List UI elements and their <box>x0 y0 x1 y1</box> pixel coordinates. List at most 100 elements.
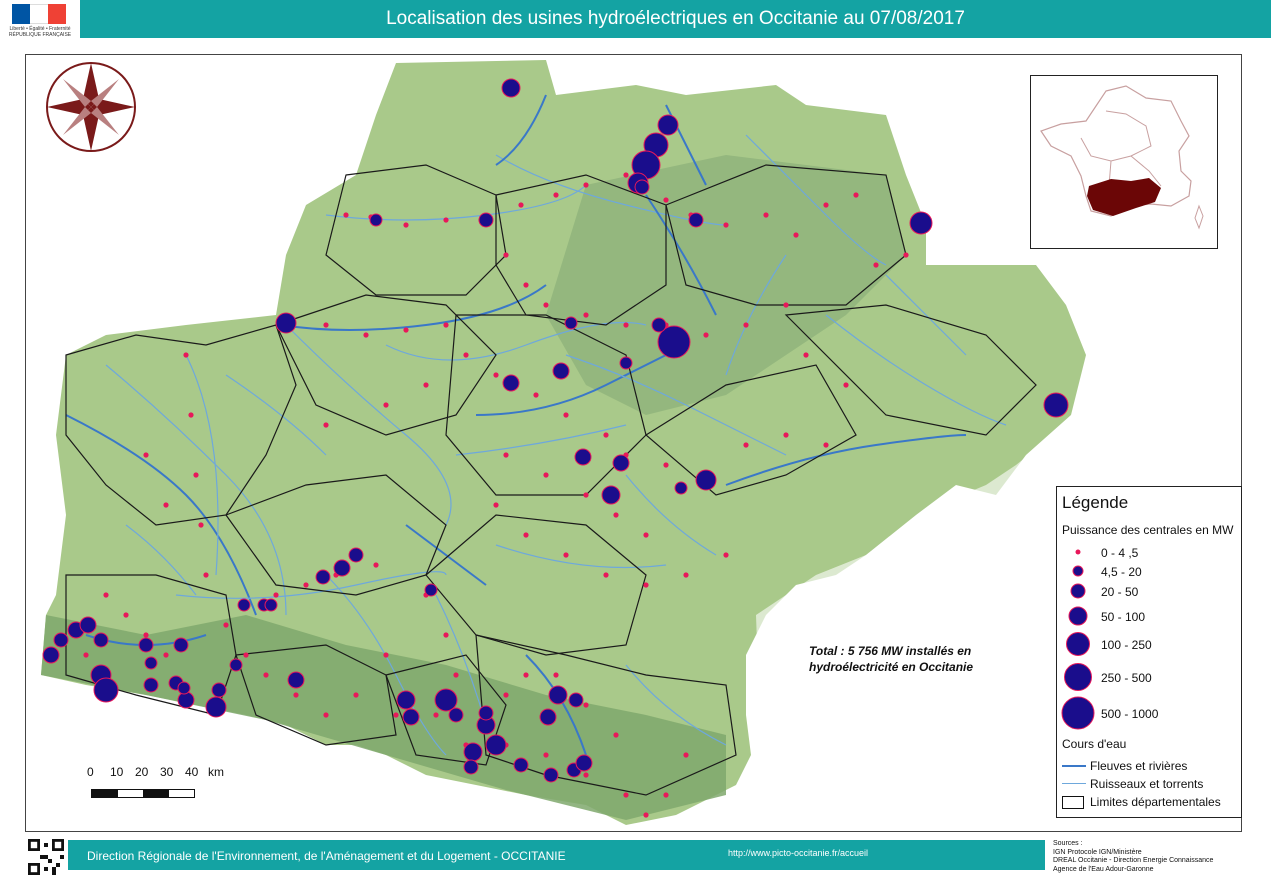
hydro-plant-marker <box>743 322 749 328</box>
hydro-plant-marker <box>363 332 369 338</box>
hydro-plant-marker <box>463 742 483 762</box>
legend-class-1: 0 - 4 ,5 <box>1101 546 1139 560</box>
scale-label-40: 40 <box>185 765 199 779</box>
hydro-plant-marker <box>563 552 569 558</box>
hydro-plant-marker <box>383 402 389 408</box>
source-ign: IGN Protocole IGN/Ministère <box>1053 848 1142 856</box>
legend-power-heading: Puissance des centrales en MW <box>1062 523 1234 537</box>
hydro-plant-marker <box>763 212 769 218</box>
hydro-plant-marker <box>396 690 416 710</box>
republique-francaise-logo: Liberté • Égalité • Fraternité RÉPUBLIQU… <box>4 2 72 38</box>
legend-plant-symbol <box>1061 696 1095 730</box>
hydro-plant-marker <box>478 705 494 721</box>
hydro-plant-marker <box>643 532 649 538</box>
scale-bar: 0 10 20 30 40 km <box>87 765 231 798</box>
hydro-plant-marker <box>552 362 570 380</box>
hydro-plant-marker <box>643 582 649 588</box>
hydro-plant-marker <box>613 512 619 518</box>
boundary-box-icon <box>1062 796 1084 809</box>
hydro-plant-marker <box>303 582 309 588</box>
hydro-plant-marker <box>683 572 689 578</box>
hydro-plant-marker <box>229 658 243 672</box>
hydro-plant-marker <box>264 598 278 612</box>
hydro-plant-marker <box>513 757 529 773</box>
hydro-plant-marker <box>612 454 630 472</box>
hydro-plant-marker <box>478 212 494 228</box>
hydro-plant-marker <box>453 672 459 678</box>
legend-plant-symbol <box>1075 549 1081 555</box>
hydro-plant-marker <box>369 213 383 227</box>
hydro-plant-marker <box>403 327 409 333</box>
hydro-plant-marker <box>443 217 449 223</box>
hydro-plant-marker <box>333 559 351 577</box>
hydro-plant-marker <box>144 656 158 670</box>
french-flag-icon <box>12 4 66 24</box>
hydro-plant-marker <box>663 462 669 468</box>
legend-class-2: 4,5 - 20 <box>1101 565 1142 579</box>
hydro-plant-marker <box>237 598 251 612</box>
hydro-plant-marker <box>163 502 169 508</box>
hydro-plant-marker <box>485 734 507 756</box>
hydro-plant-marker <box>223 622 229 628</box>
legend: Légende Puissance des centrales en MW 0 … <box>1056 486 1242 818</box>
hydro-plant-marker <box>564 316 578 330</box>
hydro-plant-marker <box>903 252 909 258</box>
hydro-plant-marker <box>723 552 729 558</box>
legend-plant-symbol <box>1072 565 1084 577</box>
hydro-plant-marker <box>503 252 509 258</box>
hydro-plant-marker <box>743 442 749 448</box>
hydro-plant-marker <box>523 282 529 288</box>
hydro-plant-marker <box>323 322 329 328</box>
hydro-plant-marker <box>533 392 539 398</box>
hydro-plant-marker <box>623 792 629 798</box>
hydro-plant-marker <box>463 352 469 358</box>
hydro-plant-marker <box>543 302 549 308</box>
hydro-plant-marker <box>583 772 589 778</box>
map-title: Localisation des usines hydroélectriques… <box>386 8 965 29</box>
hydro-plant-marker <box>138 637 154 653</box>
scale-label-30: 30 <box>160 765 174 779</box>
hydro-plant-marker <box>793 232 799 238</box>
legend-class-4: 50 - 100 <box>1101 610 1146 624</box>
hydro-plant-marker <box>448 707 464 723</box>
hydro-plant-marker <box>518 202 524 208</box>
hydro-plant-marker <box>103 592 109 598</box>
hydro-plant-marker <box>803 352 809 358</box>
hydro-plant-marker <box>909 211 933 235</box>
hydro-plant-marker <box>663 197 669 203</box>
hydro-plant-marker <box>93 632 109 648</box>
hydro-plant-marker <box>93 677 119 703</box>
hydro-plant-marker <box>651 317 667 333</box>
hydro-plant-marker <box>493 502 499 508</box>
legend-symbols <box>1061 549 1095 730</box>
hydro-plant-marker <box>424 583 438 597</box>
sources-block: Sources : IGN Protocole IGN/Ministère DR… <box>1053 840 1213 874</box>
hydro-plant-marker <box>823 442 829 448</box>
map-frame: Total : 5 756 MW installés en hydroélect… <box>25 54 1242 832</box>
scale-label-20: 20 <box>135 765 149 779</box>
hydro-plant-marker <box>574 448 592 466</box>
hydro-plant-marker <box>623 322 629 328</box>
hydro-plant-marker <box>443 632 449 638</box>
hydro-plant-marker <box>263 672 269 678</box>
hydro-plant-marker <box>143 632 149 638</box>
hydro-plant-marker <box>583 702 589 708</box>
hydro-plant-marker <box>315 569 331 585</box>
qr-code-icon[interactable] <box>28 839 64 875</box>
hydro-plant-marker <box>434 688 458 712</box>
hydro-plant-marker <box>203 572 209 578</box>
hydro-plant-marker <box>287 671 305 689</box>
hydro-plant-marker <box>198 522 204 528</box>
footer-url-link[interactable]: http://www.picto-occitanie.fr/accueil <box>728 848 868 858</box>
hydro-plant-marker <box>563 412 569 418</box>
hydro-plant-marker <box>193 472 199 478</box>
hydro-plant-marker <box>543 767 559 783</box>
hydro-plant-marker <box>703 332 709 338</box>
hydro-plant-marker <box>433 712 439 718</box>
occitanie-highlight <box>1087 178 1161 216</box>
hydro-plant-marker <box>323 422 329 428</box>
hydro-plant-marker <box>343 212 349 218</box>
hydro-plant-marker <box>143 677 159 693</box>
hydro-plant-marker <box>163 652 169 658</box>
hydro-plant-marker <box>543 752 549 758</box>
